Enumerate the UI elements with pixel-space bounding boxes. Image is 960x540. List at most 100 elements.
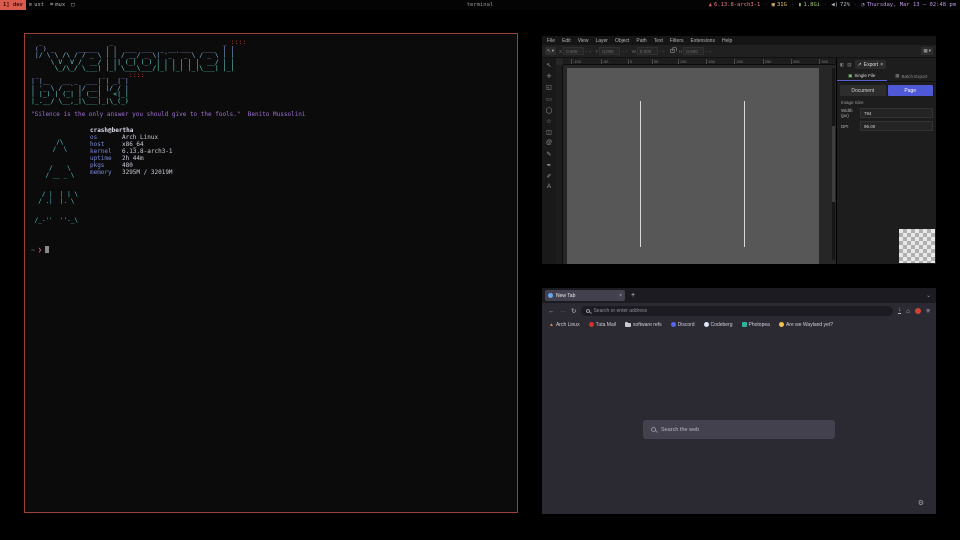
reload-icon[interactable]: ↻ (571, 307, 576, 315)
close-icon[interactable]: × (619, 293, 622, 299)
web-search-input[interactable]: Search the web (643, 420, 835, 439)
downloads-icon[interactable]: ↓ (898, 308, 901, 314)
welcome-ascii-art: _ _ _ :::: ( ) _ _____ | | ___ ___ _ __ … (31, 39, 517, 104)
wayland-icon (779, 322, 784, 327)
selector-options-dropdown[interactable]: ↖ ▾ (545, 47, 556, 55)
folder-icon (625, 323, 631, 327)
inkscape-canvas[interactable]: -100 -50 0 50 100 150 200 250 300 350 (556, 58, 836, 264)
calligraphy-tool-icon[interactable]: ✐ (546, 173, 551, 180)
close-icon[interactable]: × (880, 62, 883, 68)
width-field[interactable]: W 0.000 −+ (632, 47, 667, 55)
pencil-tool-icon[interactable]: ✎ (546, 151, 551, 158)
width-input[interactable]: 794 (860, 108, 933, 118)
disk-icon: ▣ (772, 2, 775, 8)
document-properties-icon[interactable]: ▤ (847, 62, 851, 68)
drawn-vertical-line[interactable] (640, 101, 641, 247)
canvas-page[interactable] (567, 68, 819, 264)
dpi-input[interactable]: 96.00 (860, 121, 933, 131)
tab-list-chevron-icon[interactable]: ⌄ (926, 292, 931, 299)
width-row: Width (px) 794 (841, 108, 933, 118)
tab-new-tab[interactable]: New Tab × (545, 290, 625, 301)
drawn-vertical-line[interactable] (744, 101, 745, 247)
rectangle-tool-icon[interactable]: ▭ (546, 96, 552, 103)
ellipse-tool-icon[interactable]: ◯ (546, 107, 553, 114)
menu-text[interactable]: Text (654, 38, 663, 44)
clock-text: Thursday, Mar 13 — 02:48 pm (867, 2, 956, 8)
disk-module: ▣ 31G (772, 2, 787, 8)
menu-view[interactable]: View (578, 38, 589, 44)
x-field[interactable]: X 0.000 −+ (559, 47, 592, 55)
spiral-tool-icon[interactable]: @ (546, 140, 552, 146)
horizontal-ruler: -100 -50 0 50 100 150 200 250 300 350 (563, 58, 836, 65)
width-label: Width (px) (841, 108, 857, 118)
vertical-ruler (556, 65, 563, 264)
lock-ratio-icon[interactable] (670, 49, 675, 53)
export-dialog-tab[interactable]: ↗ Export × (855, 60, 887, 69)
system-fetch: /\ / \ / \ / __ _ \ / | | | \ / .| |. \ … (31, 127, 517, 238)
menu-edit[interactable]: Edit (562, 38, 571, 44)
menu-help[interactable]: Help (722, 38, 732, 44)
snap-controls-dropdown[interactable]: ▦ ▾ (921, 47, 933, 55)
back-icon[interactable]: ← (548, 308, 555, 315)
fill-stroke-icon[interactable]: ◧ (840, 62, 844, 68)
ruler-label: 200 (734, 59, 743, 64)
image-size-label: Image Size (841, 100, 936, 105)
shape-builder-tool-icon[interactable]: ◱ (546, 84, 552, 91)
bookmark-software-refs[interactable]: software refs (625, 322, 662, 328)
bookmark-arch-linux[interactable]: ▲ Arch Linux (549, 322, 580, 328)
batch-export-icon: ▦ (895, 73, 899, 79)
tab-single-file[interactable]: ▣ Single File (837, 71, 887, 81)
bookmark-codeberg[interactable]: Codeberg (704, 322, 733, 328)
inkscape-toolbox: ↖ ✛ ◱ ▭ ◯ ☆ ◫ @ ✎ ✒ ✐ A (542, 58, 556, 264)
single-file-icon: ▣ (848, 73, 852, 79)
menu-icon[interactable]: ≡ (926, 308, 930, 315)
status-modules: ▲ 6.13.8-arch3-1 · ▣ 31G · ▮ 1.8Gi · ◀) … (709, 2, 960, 8)
height-field[interactable]: H 0.000 −+ (679, 47, 713, 55)
menu-path[interactable]: Path (636, 38, 646, 44)
y-field[interactable]: Y 0.000 −+ (595, 47, 628, 55)
chevron-down-icon: ▾ (929, 48, 931, 54)
page-button[interactable]: Page (888, 85, 934, 96)
terminal-window[interactable]: _ _ _ :::: ( ) _ _____ | | ___ ___ _ __ … (24, 33, 518, 513)
document-button[interactable]: Document (840, 85, 886, 96)
shell-prompt[interactable]: ~ ❯ (31, 246, 517, 254)
terminal-cursor (45, 246, 49, 253)
menu-filters[interactable]: Filters (670, 38, 684, 44)
fetch-row: kernel6.13.8-arch3-1 (90, 148, 173, 155)
new-tab-button[interactable]: + (631, 292, 635, 299)
node-tool-icon[interactable]: ✛ (546, 73, 551, 80)
menu-object[interactable]: Object (615, 38, 629, 44)
ruler-label: 150 (706, 59, 715, 64)
fetch-row: osArch Linux (90, 134, 173, 141)
selector-tool-icon[interactable]: ↖ (546, 62, 551, 69)
browser-window[interactable]: New Tab × + ⌄ ← → ↻ Search or enter addr… (542, 288, 936, 514)
menu-extensions[interactable]: Extensions (691, 38, 715, 44)
pen-tool-icon[interactable]: ✒ (546, 162, 551, 169)
forward-icon[interactable]: → (560, 308, 567, 315)
arch-ascii-logo: /\ / \ / \ / __ _ \ / | | | \ / .| |. \ … (31, 127, 78, 238)
ruler-label: -100 (571, 59, 581, 64)
web-search-placeholder: Search the web (661, 427, 699, 433)
tab-title: New Tab (556, 293, 575, 299)
inkscape-window[interactable]: File Edit View Layer Object Path Text Fi… (542, 36, 936, 264)
address-bar[interactable]: Search or enter address (581, 306, 893, 316)
tool-controls-bar: ↖ ▾ X 0.000 −+ Y 0.000 −+ W 0.000 −+ H 0… (542, 45, 936, 58)
home-icon[interactable]: ⌂ (906, 308, 910, 315)
discord-icon (671, 322, 676, 327)
bookmark-discord[interactable]: Discord (671, 322, 695, 328)
tuta-icon (589, 322, 594, 327)
star-tool-icon[interactable]: ☆ (546, 118, 551, 125)
export-icon: ↗ (858, 62, 862, 68)
bookmark-photopea[interactable]: Photopea (742, 322, 770, 328)
box3d-tool-icon[interactable]: ◫ (546, 129, 552, 136)
tab-batch-export[interactable]: ▦ Batch Export (887, 71, 937, 81)
bookmark-are-we-wayland-yet[interactable]: Are we Wayland yet? (779, 322, 833, 328)
bookmark-tuta-mail[interactable]: Tuta Mail (589, 322, 616, 328)
menu-file[interactable]: File (547, 38, 555, 44)
text-tool-icon[interactable]: A (547, 184, 551, 190)
canvas-scrollbar[interactable] (832, 68, 835, 260)
menu-layer[interactable]: Layer (595, 38, 608, 44)
separator: · (854, 2, 857, 8)
adblock-extension-icon[interactable] (915, 308, 921, 314)
gear-icon[interactable]: ⚙ (918, 499, 924, 507)
